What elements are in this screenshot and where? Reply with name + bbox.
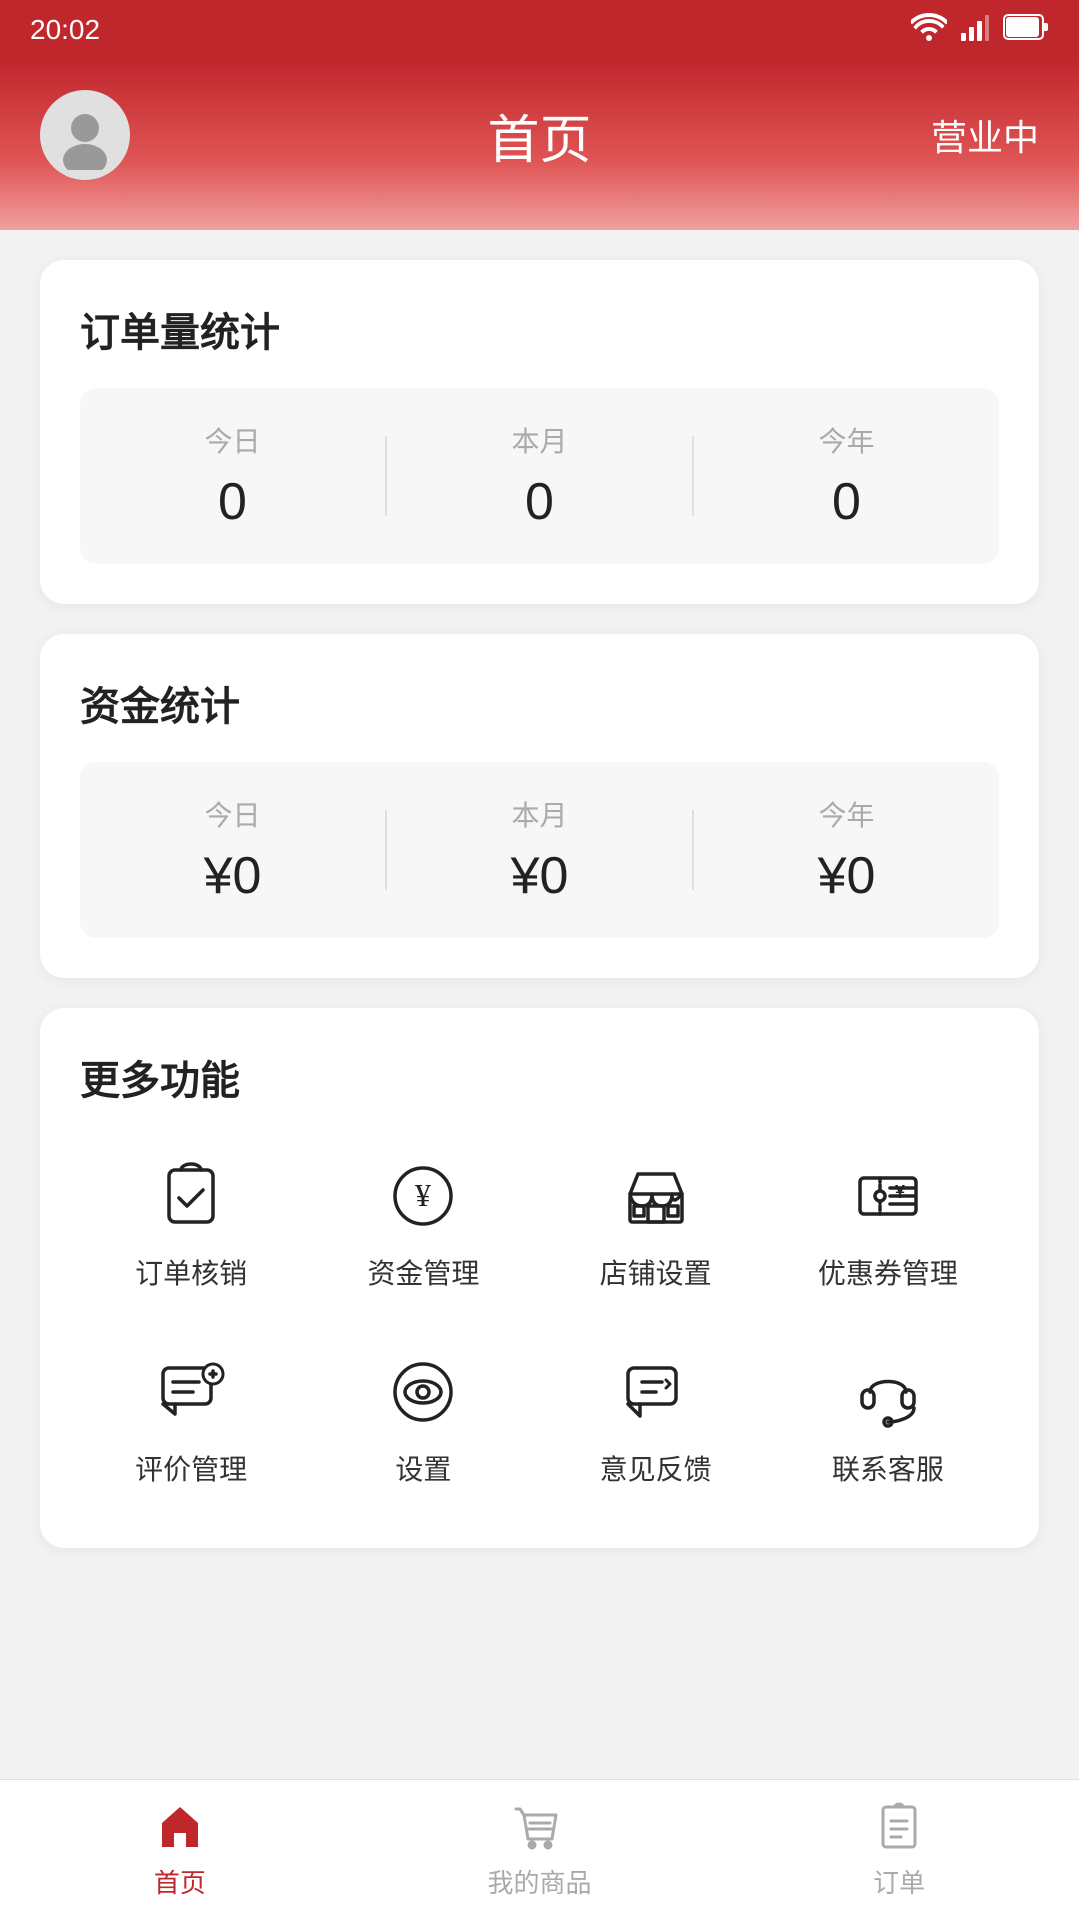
feedback-icon [616, 1352, 696, 1432]
order-today-value: 0 [100, 472, 365, 532]
order-month-value: 0 [407, 472, 672, 532]
battery-icon [1003, 14, 1049, 47]
feature-store-settings-label: 店铺设置 [600, 1252, 712, 1292]
fund-stat-month: 本月 ¥0 [387, 762, 692, 938]
features-card: 更多功能 订单核销 ¥ [40, 1008, 1039, 1548]
fund-today-value: ¥0 [100, 846, 365, 906]
status-icons [911, 13, 1049, 48]
order-stats-inner: 今日 0 本月 0 今年 0 [80, 388, 999, 564]
page-title: 首页 [487, 98, 591, 173]
coupon-icon: ¥ [848, 1156, 928, 1236]
fund-month-value: ¥0 [407, 846, 672, 906]
signal-icon [961, 13, 989, 48]
feature-customer-service-label: 联系客服 [832, 1448, 944, 1488]
products-nav-icon [512, 1799, 568, 1855]
main-content: 订单量统计 今日 0 本月 0 今年 0 资金统计 今日 ¥0 [0, 230, 1079, 1608]
feature-fund-mgmt-label: 资金管理 [367, 1252, 479, 1292]
order-stats-title: 订单量统计 [80, 300, 999, 358]
feature-store-settings[interactable]: 店铺设置 [545, 1136, 767, 1312]
nav-item-products[interactable]: 我的商品 [360, 1783, 720, 1916]
features-grid: 订单核销 ¥ 资金管理 [80, 1136, 999, 1508]
orders-nav-icon [871, 1799, 927, 1855]
feature-coupon-mgmt-label: 优惠券管理 [818, 1252, 958, 1292]
feature-feedback-label: 意见反馈 [600, 1448, 712, 1488]
order-year-label: 今年 [714, 420, 979, 460]
feature-order-cancel-label: 订单核销 [135, 1252, 247, 1292]
fund-stat-today: 今日 ¥0 [80, 762, 385, 938]
fund-stats-inner: 今日 ¥0 本月 ¥0 今年 ¥0 [80, 762, 999, 938]
bottom-nav: 首页 我的商品 订单 [0, 1779, 1079, 1919]
order-year-value: 0 [714, 472, 979, 532]
feature-settings-label: 设置 [395, 1448, 451, 1488]
order-stat-month: 本月 0 [387, 388, 692, 564]
store-icon [616, 1156, 696, 1236]
order-month-label: 本月 [407, 420, 672, 460]
business-status: 营业中 [931, 109, 1039, 161]
order-stats-card: 订单量统计 今日 0 本月 0 今年 0 [40, 260, 1039, 604]
review-icon [151, 1352, 231, 1432]
status-time: 20:02 [30, 14, 100, 46]
feature-feedback[interactable]: 意见反馈 [545, 1332, 767, 1508]
feature-review-mgmt[interactable]: 评价管理 [80, 1332, 302, 1508]
nav-item-orders[interactable]: 订单 [719, 1783, 1079, 1916]
order-stat-today: 今日 0 [80, 388, 385, 564]
header: 首页 营业中 [0, 60, 1079, 230]
fund-today-label: 今日 [100, 794, 365, 834]
feature-settings[interactable]: 设置 [312, 1332, 534, 1508]
fund-stats-title: 资金统计 [80, 674, 999, 732]
nav-orders-label: 订单 [873, 1863, 925, 1900]
fund-year-label: 今年 [714, 794, 979, 834]
fund-year-value: ¥0 [714, 846, 979, 906]
fund-stat-year: 今年 ¥0 [694, 762, 999, 938]
nav-item-home[interactable]: 首页 [0, 1783, 360, 1916]
feature-fund-mgmt[interactable]: ¥ 资金管理 [312, 1136, 534, 1312]
fund-month-label: 本月 [407, 794, 672, 834]
home-nav-icon [152, 1799, 208, 1855]
headset-icon [848, 1352, 928, 1432]
nav-home-label: 首页 [154, 1863, 206, 1900]
feature-coupon-mgmt[interactable]: ¥ 优惠券管理 [777, 1136, 999, 1312]
yen-circle-icon: ¥ [383, 1156, 463, 1236]
svg-text:¥: ¥ [415, 1177, 431, 1213]
features-title: 更多功能 [80, 1048, 999, 1106]
feature-review-mgmt-label: 评价管理 [135, 1448, 247, 1488]
nav-products-label: 我的商品 [488, 1863, 592, 1900]
eye-circle-icon [383, 1352, 463, 1432]
feature-order-cancel[interactable]: 订单核销 [80, 1136, 302, 1312]
status-bar: 20:02 [0, 0, 1079, 60]
order-stat-year: 今年 0 [694, 388, 999, 564]
order-today-label: 今日 [100, 420, 365, 460]
svg-text:¥: ¥ [895, 1182, 905, 1202]
clipboard-check-icon [151, 1156, 231, 1236]
wifi-icon [911, 13, 947, 48]
fund-stats-card: 资金统计 今日 ¥0 本月 ¥0 今年 ¥0 [40, 634, 1039, 978]
avatar[interactable] [40, 90, 130, 180]
feature-customer-service[interactable]: 联系客服 [777, 1332, 999, 1508]
